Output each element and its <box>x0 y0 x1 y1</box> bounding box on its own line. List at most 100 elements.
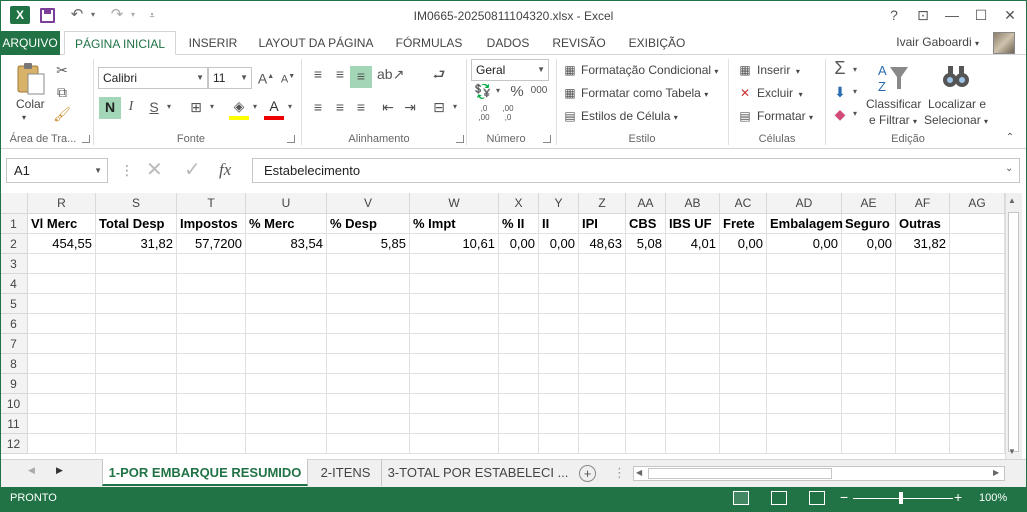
empty-cell[interactable] <box>410 434 499 454</box>
horizontal-scroll-thumb[interactable] <box>648 468 832 479</box>
empty-cell[interactable] <box>720 374 767 394</box>
vertical-scroll-thumb[interactable] <box>1008 212 1019 452</box>
delete-cells-icon[interactable]: ✕ <box>737 83 753 103</box>
empty-cell[interactable] <box>327 394 410 414</box>
data-cell[interactable]: 4,01 <box>666 234 720 254</box>
empty-cell[interactable] <box>950 274 1005 294</box>
empty-cell[interactable] <box>499 314 539 334</box>
paste-dropdown-icon[interactable]: ▾ <box>22 113 26 122</box>
font-name-select[interactable]: Calibri ▼ <box>98 67 208 89</box>
autosum-dropdown-icon[interactable]: ▾ <box>850 60 860 80</box>
page-layout-view-icon[interactable] <box>771 491 787 505</box>
empty-cell[interactable] <box>720 334 767 354</box>
empty-cell[interactable] <box>177 414 246 434</box>
normal-view-icon[interactable] <box>733 491 749 505</box>
italic-button[interactable]: I <box>122 97 140 117</box>
row-header[interactable]: 8 <box>0 354 28 374</box>
zoom-in-button[interactable]: + <box>954 489 962 505</box>
empty-cell[interactable] <box>177 334 246 354</box>
row-header[interactable]: 10 <box>0 394 28 414</box>
empty-cell[interactable] <box>539 434 579 454</box>
empty-cell[interactable] <box>842 354 896 374</box>
cut-icon[interactable]: ✂ <box>52 60 72 80</box>
empty-cell[interactable] <box>499 254 539 274</box>
empty-cell[interactable] <box>720 294 767 314</box>
next-sheet-icon[interactable]: ▶ <box>56 465 63 476</box>
format-cells-button[interactable]: Formatar ▾ <box>757 109 813 123</box>
delete-cells-button[interactable]: Excluir ▾ <box>757 86 803 100</box>
column-header[interactable]: AA <box>626 193 666 214</box>
column-header[interactable]: AD <box>767 193 842 214</box>
data-cell[interactable]: 0,00 <box>842 234 896 254</box>
empty-cell[interactable] <box>896 374 950 394</box>
empty-cell[interactable] <box>410 394 499 414</box>
empty-cell[interactable] <box>96 334 177 354</box>
empty-cell[interactable] <box>950 354 1005 374</box>
conditional-format-icon[interactable]: ▦ <box>562 60 578 80</box>
empty-cell[interactable] <box>950 254 1005 274</box>
empty-cell[interactable] <box>327 334 410 354</box>
format-as-table-icon[interactable]: ▦ <box>562 83 578 103</box>
decrease-font-icon[interactable]: A▼ <box>278 67 298 90</box>
empty-cell[interactable] <box>177 394 246 414</box>
row-header[interactable]: 6 <box>0 314 28 334</box>
row-header[interactable]: 2 <box>0 234 28 254</box>
empty-cell[interactable] <box>767 334 842 354</box>
tab-formulas[interactable]: FÓRMULAS <box>386 31 472 55</box>
empty-cell[interactable] <box>626 354 666 374</box>
empty-cell[interactable] <box>28 434 96 454</box>
fill-icon[interactable]: ⬇ <box>830 82 850 102</box>
empty-cell[interactable] <box>579 414 626 434</box>
header-cell[interactable]: Embalagem <box>767 214 843 234</box>
tab-split-handle[interactable]: ⋮ <box>613 465 626 481</box>
empty-cell[interactable] <box>499 334 539 354</box>
zoom-level[interactable]: 100% <box>979 492 1007 504</box>
empty-cell[interactable] <box>28 254 96 274</box>
tab-insert[interactable]: INSERIR <box>180 31 246 55</box>
thousands-separator-button[interactable]: 000 <box>529 81 549 101</box>
empty-cell[interactable] <box>539 414 579 434</box>
empty-cell[interactable] <box>626 414 666 434</box>
empty-cell[interactable] <box>96 414 177 434</box>
cell-styles-icon[interactable]: ▤ <box>562 106 578 126</box>
empty-cell[interactable] <box>950 374 1005 394</box>
empty-cell[interactable] <box>950 414 1005 434</box>
insert-cells-icon[interactable]: ▦ <box>737 60 753 80</box>
empty-cell[interactable] <box>896 294 950 314</box>
empty-cell[interactable] <box>666 434 720 454</box>
empty-cell[interactable] <box>842 294 896 314</box>
align-middle-icon[interactable]: ≡ <box>329 64 351 84</box>
row-header[interactable]: 9 <box>0 374 28 394</box>
clear-icon[interactable]: ◆ <box>830 104 850 124</box>
column-header[interactable]: AC <box>720 193 767 214</box>
page-break-view-icon[interactable] <box>809 491 825 505</box>
empty-cell[interactable] <box>767 294 842 314</box>
empty-cell[interactable] <box>579 334 626 354</box>
empty-cell[interactable] <box>666 334 720 354</box>
empty-cell[interactable] <box>842 334 896 354</box>
format-cells-icon[interactable]: ▤ <box>737 106 753 126</box>
borders-dropdown-icon[interactable]: ▾ <box>207 97 217 117</box>
find-select-button[interactable]: Selecionar ▾ <box>924 113 988 127</box>
empty-cell[interactable] <box>842 254 896 274</box>
empty-cell[interactable] <box>626 274 666 294</box>
header-cell[interactable]: IBS UF <box>666 214 720 234</box>
empty-cell[interactable] <box>896 394 950 414</box>
paste-button-label[interactable]: Colar <box>16 97 45 111</box>
header-cell[interactable]: % Impt <box>410 214 499 234</box>
empty-cell[interactable] <box>410 334 499 354</box>
empty-cell[interactable] <box>499 434 539 454</box>
empty-cell[interactable] <box>28 274 96 294</box>
empty-cell[interactable] <box>950 294 1005 314</box>
empty-cell[interactable] <box>539 334 579 354</box>
data-cell[interactable]: 31,82 <box>96 234 177 254</box>
empty-cell[interactable] <box>626 434 666 454</box>
empty-cell[interactable] <box>246 314 327 334</box>
font-color-icon[interactable]: A <box>264 96 284 120</box>
empty-cell[interactable] <box>246 334 327 354</box>
tab-file[interactable]: ARQUIVO <box>0 31 60 55</box>
find-select-label-1[interactable]: Localizar e <box>928 97 986 111</box>
empty-cell[interactable] <box>246 354 327 374</box>
alignment-launcher-icon[interactable] <box>456 135 464 143</box>
header-cell[interactable]: % Merc <box>246 214 327 234</box>
